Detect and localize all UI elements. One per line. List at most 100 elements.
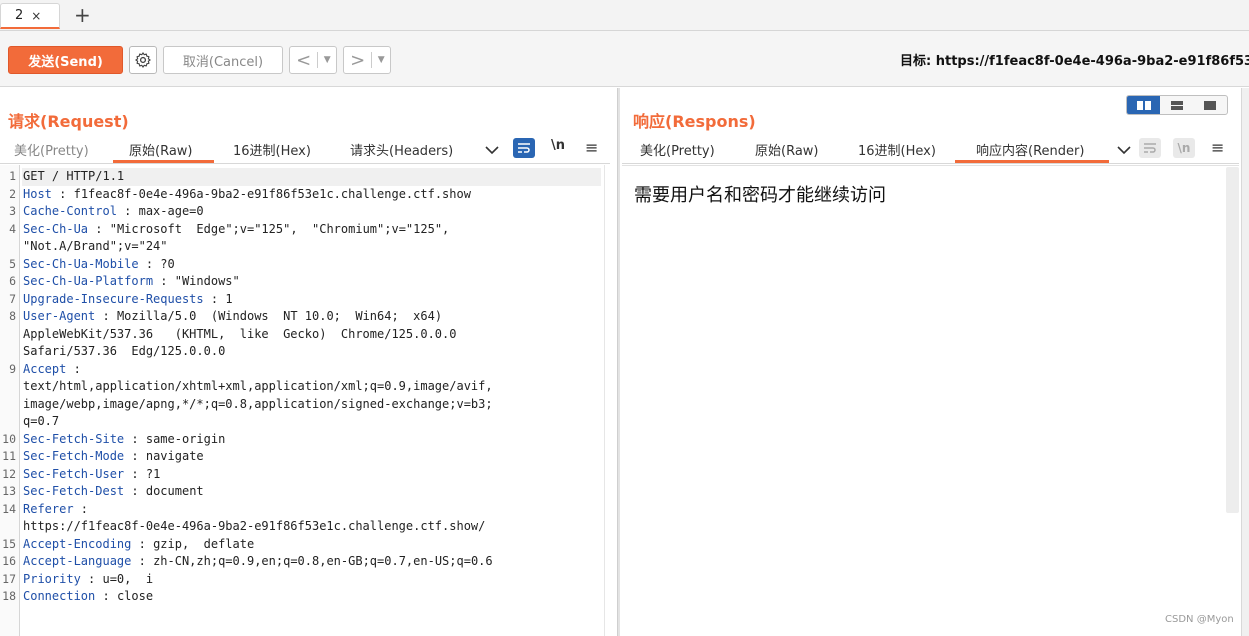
code-line[interactable]: Sec-Ch-Ua-Platform : "Windows": [23, 273, 240, 291]
chevron-down-icon[interactable]: [484, 145, 500, 155]
code-line[interactable]: image/webp,image/apng,*/*;q=0.8,applicat…: [23, 396, 493, 414]
code-line[interactable]: Sec-Fetch-Site : same-origin: [23, 431, 225, 449]
code-line[interactable]: Cache-Control : max-age=0: [23, 203, 204, 221]
header-value: f1feac8f-0e4e-496a-9ba2-e91f86f53e1c.cha…: [73, 186, 471, 201]
code-line[interactable]: Sec-Ch-Ua : "Microsoft Edge";v="125", "C…: [23, 221, 449, 239]
code-line[interactable]: https://f1feac8f-0e4e-496a-9ba2-e91f86f5…: [23, 518, 485, 536]
forward-button[interactable]: > ▼: [343, 46, 391, 74]
forward-icon: >: [350, 49, 366, 71]
code-line[interactable]: "Not.A/Brand";v="24": [23, 238, 168, 256]
header-value: "Windows": [174, 274, 240, 288]
code-line[interactable]: Accept-Language : zh-CN,zh;q=0.9,en;q=0.…: [23, 553, 493, 571]
header-value: ?0: [160, 256, 175, 271]
code-line[interactable]: Accept-Encoding : gzip, deflate: [23, 536, 254, 554]
code-line[interactable]: q=0.7: [23, 413, 59, 431]
code-line[interactable]: Sec-Fetch-User : ?1: [23, 466, 160, 484]
header-name: Sec-Fetch-Dest: [23, 484, 125, 498]
menu-icon[interactable]: ≡: [585, 138, 598, 157]
gear-icon: [135, 52, 151, 68]
code-line[interactable]: Priority : u=0, i: [23, 571, 153, 589]
wrap-toggle[interactable]: [513, 138, 535, 158]
tab-raw[interactable]: 原始(Raw): [755, 140, 819, 159]
code-line[interactable]: Sec-Ch-Ua-Mobile : ?0: [23, 256, 175, 274]
code-line[interactable]: Referer :: [23, 501, 88, 519]
wrap-toggle[interactable]: [1139, 138, 1161, 158]
layout-stacked[interactable]: [1160, 96, 1193, 114]
line-number: 12: [2, 466, 16, 481]
header-name: Cache-Control: [23, 204, 117, 218]
request-editor[interactable]: 1 GET / HTTP/1.1 2 Host : f1feac8f-0e4e-496…: [0, 165, 604, 636]
header-separator: :: [73, 501, 89, 516]
code-line[interactable]: Sec-Fetch-Dest : document: [23, 483, 204, 501]
header-separator: :: [131, 554, 154, 568]
send-button[interactable]: 发送(Send): [8, 46, 123, 74]
code-line[interactable]: Safari/537.36 Edg/125.0.0.0: [23, 343, 225, 361]
line-number: 3: [9, 204, 16, 218]
line-number: 7: [9, 291, 16, 306]
code-line[interactable]: User-Agent : Mozilla/5.0 (Windows NT 10.…: [23, 308, 442, 326]
tab-2[interactable]: 2 ×: [0, 3, 60, 29]
chevron-down-icon[interactable]: ▼: [372, 55, 390, 65]
header-value: u=0, i: [102, 571, 154, 586]
tab-headers[interactable]: 请求头(Headers): [350, 140, 453, 159]
word-wrap-icon: [1144, 143, 1156, 153]
render-scrollbar[interactable]: [1226, 167, 1239, 513]
add-tab-icon[interactable]: +: [74, 4, 91, 26]
line-number: 2: [9, 186, 16, 201]
header-value: max-age=0: [138, 204, 204, 218]
header-value: close: [116, 589, 154, 603]
back-button[interactable]: < ▼: [289, 46, 337, 74]
header-separator: :: [116, 204, 139, 218]
header-value: "Not.A/Brand";v="24": [23, 239, 168, 253]
split-divider[interactable]: [617, 88, 620, 636]
tab-raw[interactable]: 原始(Raw): [129, 140, 193, 159]
tab-strip: 2 × +: [0, 0, 1249, 31]
header-value: q=0.7: [23, 414, 60, 428]
header-value: 1: [225, 291, 233, 306]
tab-pretty[interactable]: 美化(Pretty): [14, 140, 89, 159]
close-icon[interactable]: ×: [31, 9, 41, 23]
code-line[interactable]: Sec-Fetch-Mode : navigate: [23, 448, 204, 466]
cancel-button[interactable]: 取消(Cancel): [163, 46, 283, 74]
newline-toggle[interactable]: \n: [1173, 138, 1195, 158]
code-line[interactable]: GET / HTTP/1.1: [23, 168, 124, 186]
header-separator: :: [124, 466, 146, 481]
tab-hex[interactable]: 16进制(Hex): [233, 140, 311, 159]
header-separator: :: [80, 571, 103, 586]
layout-tabs[interactable]: [1194, 96, 1227, 114]
tab-hex[interactable]: 16进制(Hex): [858, 140, 936, 159]
line-number: 9: [9, 361, 16, 376]
code-line[interactable]: Upgrade-Insecure-Requests : 1: [23, 291, 233, 309]
header-value: document: [145, 484, 204, 498]
newline-toggle[interactable]: \n: [551, 138, 565, 153]
header-value: navigate: [145, 449, 204, 463]
tab-pretty[interactable]: 美化(Pretty): [640, 140, 715, 159]
editor-scrollbar[interactable]: [604, 165, 616, 636]
code-line[interactable]: AppleWebKit/537.36 (KHTML, like Gecko) C…: [23, 326, 456, 344]
line-number: 16: [2, 554, 16, 568]
header-value: GET / HTTP/1.1: [23, 169, 125, 183]
layout-side-by-side[interactable]: [1127, 96, 1161, 114]
line-number: 15: [2, 536, 16, 551]
right-sidebar-edge: [1241, 88, 1249, 636]
code-line[interactable]: Accept :: [23, 361, 81, 379]
header-value: image/webp,image/apng,*/*;q=0.8,applicat…: [23, 396, 493, 411]
code-line[interactable]: text/html,application/xhtml+xml,applicat…: [23, 378, 493, 396]
code-line[interactable]: Host : f1feac8f-0e4e-496a-9ba2-e91f86f53…: [23, 186, 471, 204]
code-line[interactable]: Connection : close: [23, 588, 153, 606]
menu-icon[interactable]: ≡: [1211, 138, 1224, 157]
chevron-down-icon[interactable]: ▼: [318, 55, 336, 65]
header-name: Host: [23, 186, 52, 201]
line-number: 10: [2, 431, 16, 446]
target-display[interactable]: 目标: https://f1feac8f-0e4e-496a-9ba2-e91f…: [900, 50, 1249, 69]
tab-render[interactable]: 响应内容(Render): [976, 140, 1084, 159]
header-name: Sec-Fetch-Site: [23, 431, 125, 446]
line-number: 6: [9, 274, 16, 288]
header-value: Safari/537.36 Edg/125.0.0.0: [23, 344, 226, 358]
header-value: Mozilla/5.0 (Windows NT 10.0; Win64; x64…: [116, 309, 443, 323]
line-number: 5: [9, 256, 16, 271]
header-name: Sec-Fetch-Mode: [23, 449, 125, 463]
header-value: ?1: [145, 466, 161, 481]
settings-button[interactable]: [129, 46, 157, 74]
chevron-down-icon[interactable]: [1116, 145, 1132, 155]
